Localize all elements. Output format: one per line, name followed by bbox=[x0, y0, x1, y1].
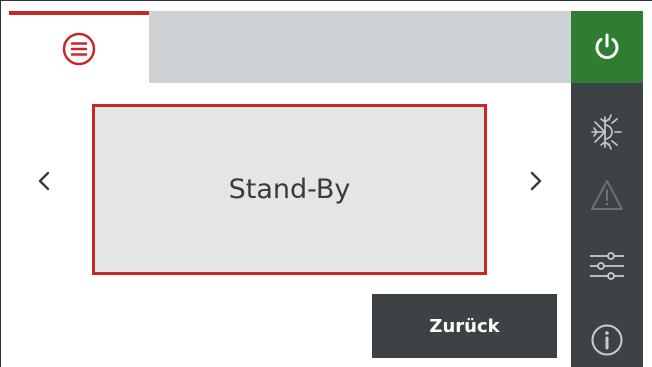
sidebar bbox=[571, 11, 643, 367]
next-button[interactable] bbox=[521, 161, 551, 201]
sliders-icon bbox=[590, 252, 624, 280]
top-bar bbox=[149, 11, 571, 83]
hamburger-menu-icon bbox=[62, 32, 96, 66]
prev-button[interactable] bbox=[29, 161, 59, 201]
chevron-left-icon bbox=[38, 171, 50, 191]
status-panel[interactable]: Stand-By bbox=[92, 104, 487, 275]
app-frame: Stand-By Zurück bbox=[0, 0, 652, 367]
sidebar-item-settings[interactable] bbox=[571, 237, 643, 295]
back-button[interactable]: Zurück bbox=[372, 294, 557, 358]
sidebar-item-alarms[interactable] bbox=[571, 166, 643, 224]
power-icon bbox=[595, 33, 619, 59]
status-label: Stand-By bbox=[228, 174, 351, 205]
chevron-right-icon bbox=[530, 171, 542, 191]
info-icon bbox=[591, 324, 623, 356]
sidebar-item-info[interactable] bbox=[571, 311, 643, 367]
snowflake-sun-icon bbox=[591, 114, 622, 150]
warning-icon bbox=[591, 180, 623, 210]
sidebar-item-climate[interactable] bbox=[571, 103, 643, 161]
power-button[interactable] bbox=[571, 11, 643, 83]
menu-tab[interactable] bbox=[9, 11, 149, 83]
